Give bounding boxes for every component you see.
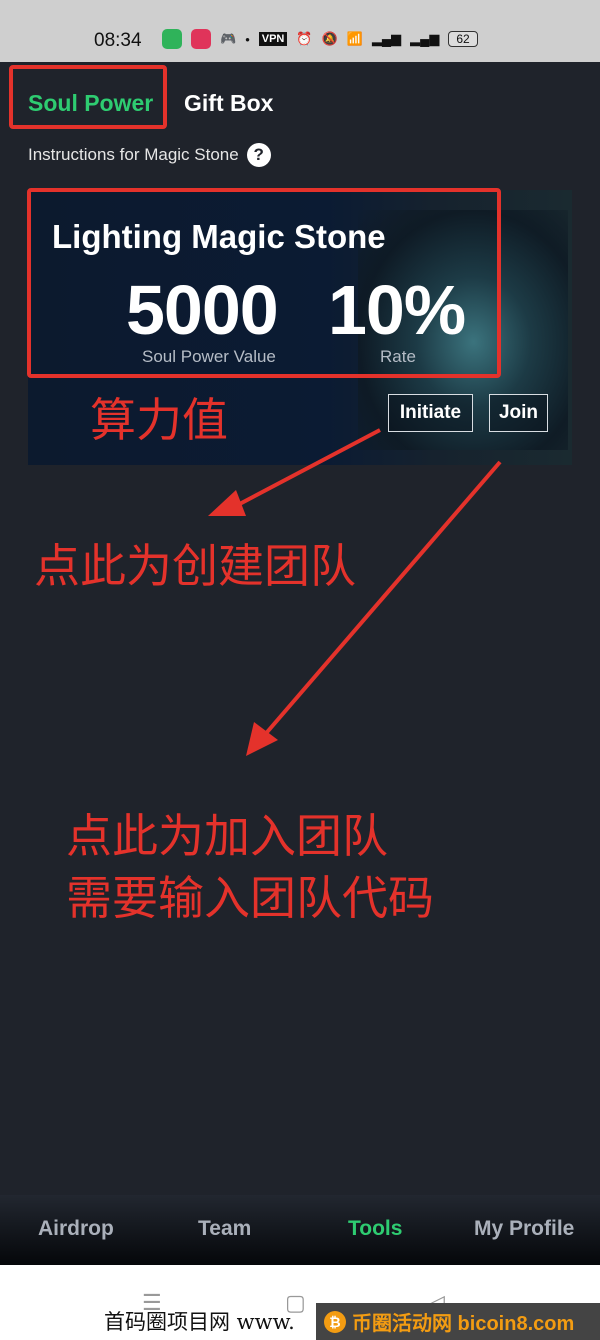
arrow-to-join xyxy=(246,460,502,756)
nav-airdrop[interactable]: Airdrop xyxy=(38,1217,114,1241)
nav-my-profile[interactable]: My Profile xyxy=(474,1217,574,1241)
bitcoin-icon: ₿ xyxy=(324,1310,346,1333)
nav-team[interactable]: Team xyxy=(198,1217,251,1241)
nav-tools[interactable]: Tools xyxy=(348,1217,402,1241)
arrow-to-initiate xyxy=(208,428,381,516)
watermark-left: 首码圈项目网 www. xyxy=(104,1310,295,1334)
watermark-right: ₿ 币圈活动网 bicoin8.com xyxy=(316,1303,600,1340)
bottom-nav: Airdrop Team Tools My Profile xyxy=(0,1195,600,1265)
watermark-right-text: 币圈活动网 bicoin8.com xyxy=(352,1313,575,1335)
annotation-arrows xyxy=(208,428,502,756)
